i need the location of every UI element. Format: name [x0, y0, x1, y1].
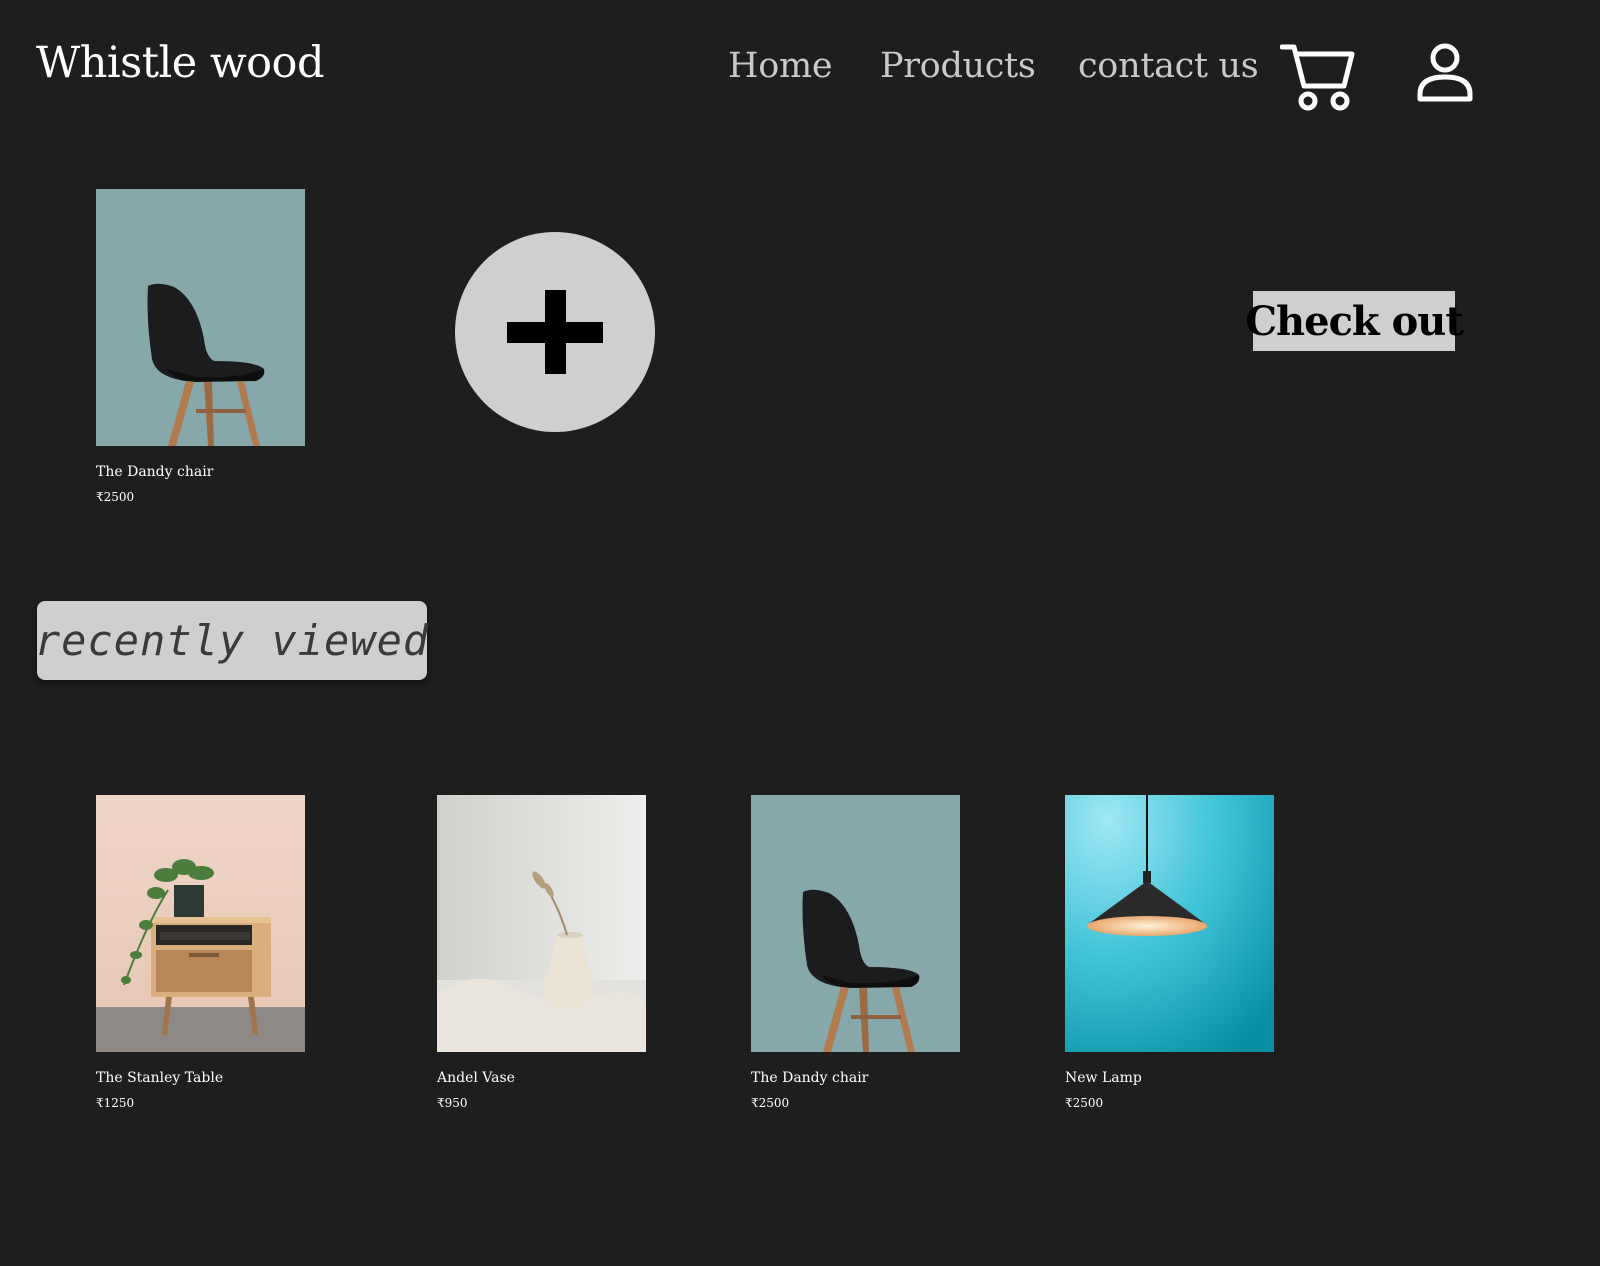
cart-item-price: ₹2500	[96, 490, 135, 504]
recent-item-price: ₹2500	[751, 1096, 790, 1110]
recently-viewed-label: recently viewed	[34, 616, 430, 665]
recent-item-image-stanley-table[interactable]	[96, 795, 305, 1052]
recent-item-price: ₹1250	[96, 1096, 135, 1110]
nav-contact-us[interactable]: contact us	[1078, 46, 1259, 86]
cart-item-image[interactable]	[96, 189, 305, 446]
recent-item-price: ₹950	[437, 1096, 468, 1110]
user-icon[interactable]	[1416, 42, 1474, 104]
recent-item-image-dandy-chair[interactable]	[751, 795, 960, 1052]
chair-photo	[751, 795, 960, 1052]
recent-item-name: The Stanley Table	[96, 1070, 224, 1086]
nav-home[interactable]: Home	[728, 46, 833, 86]
brand-logo[interactable]: Whistle wood	[36, 38, 324, 88]
recent-item-name: The Dandy chair	[751, 1070, 869, 1086]
checkout-button[interactable]: Check out	[1245, 291, 1464, 351]
chair-photo	[96, 189, 305, 446]
vase-photo	[437, 795, 646, 1052]
pendant-lamp-photo	[1065, 795, 1274, 1052]
recent-item-price: ₹2500	[1065, 1096, 1104, 1110]
recent-item-name: Andel Vase	[437, 1070, 515, 1086]
recent-item-image-new-lamp[interactable]	[1065, 795, 1274, 1052]
add-item-button[interactable]	[455, 232, 655, 432]
recently-viewed-heading: recently viewed	[34, 601, 430, 680]
side-table-photo	[96, 795, 305, 1052]
cart-item-name: The Dandy chair	[96, 464, 214, 480]
cart-icon[interactable]	[1280, 42, 1356, 112]
nav-products[interactable]: Products	[880, 46, 1036, 86]
recent-item-name: New Lamp	[1065, 1070, 1142, 1086]
recent-item-image-andel-vase[interactable]	[437, 795, 646, 1052]
